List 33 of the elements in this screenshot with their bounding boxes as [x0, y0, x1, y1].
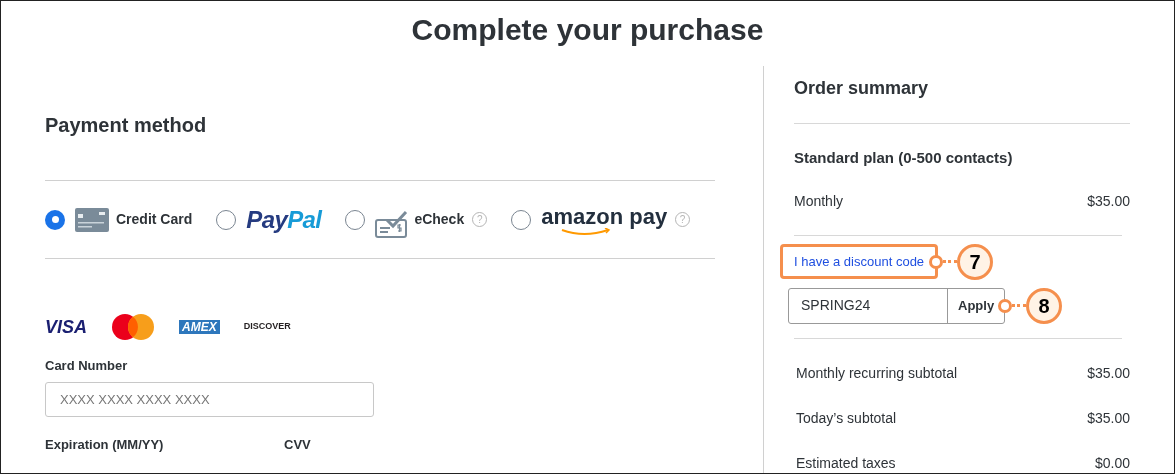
section-heading: Payment method: [45, 113, 208, 138]
radio-button[interactable]: [511, 209, 532, 230]
summary-label: Monthly recurring subtotal: [796, 363, 958, 383]
visa-logo: VISA: [45, 315, 87, 339]
mastercard-logo: [111, 313, 155, 341]
credit-card-icon: [75, 207, 109, 232]
plan-name: Standard plan (0-500 contacts): [794, 148, 1014, 168]
summary-amount: $35.00: [1087, 363, 1130, 383]
summary-heading: Order summary: [794, 77, 930, 100]
radio-button[interactable]: [216, 209, 237, 230]
callout-number: 8: [1026, 287, 1063, 324]
method-label: eCheck: [414, 210, 465, 229]
radio-button[interactable]: [45, 209, 65, 230]
radio-button[interactable]: [345, 209, 366, 230]
method-label: Credit Card: [116, 210, 193, 229]
paypal-logo: PayPal: [246, 207, 322, 232]
callout-number: 7: [957, 243, 994, 280]
summary-amount: $35.00: [1087, 408, 1130, 428]
card-number-field[interactable]: XXXX XXXX XXXX XXXX: [45, 381, 374, 417]
summary-amount: $35.00: [1087, 191, 1130, 211]
field-label: Expiration (MM/YY): [45, 435, 165, 454]
summary-label: Estimated taxes: [796, 453, 896, 473]
discount-link[interactable]: I have a discount code: [780, 243, 939, 280]
field-label: Card Number: [45, 357, 129, 375]
summary-label: Today’s subtotal: [796, 408, 897, 428]
summary-label: Monthly: [794, 191, 844, 211]
discover-logo: DISCOVER: [243, 320, 291, 334]
summary-amount: $0.00: [1094, 453, 1130, 473]
amex-logo: AMEX: [179, 320, 220, 334]
page-title: Complete your purchase: [410, 12, 765, 48]
field-label: CVV: [284, 435, 311, 454]
check-icon: [375, 209, 409, 238]
amazon-pay-logo: amazon pay: [541, 205, 668, 234]
